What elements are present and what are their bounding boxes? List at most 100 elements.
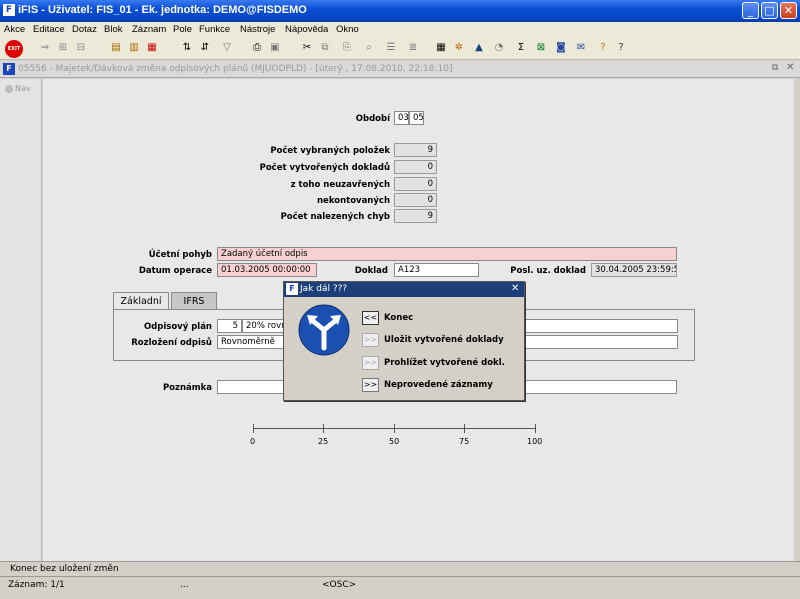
print-icon[interactable]: ⎙ xyxy=(250,41,264,55)
osc-indicator: <OSC> xyxy=(322,580,357,590)
progress-tick-label-0: 0 xyxy=(250,437,256,446)
ulozit-doklady-button[interactable]: >> xyxy=(362,333,379,347)
save-icon[interactable]: ⇒ xyxy=(38,41,52,55)
count-label-nekontovanych: nekontovaných xyxy=(317,196,390,206)
delete-record-icon[interactable]: ⊟ xyxy=(74,41,88,55)
context-help-icon[interactable]: ? xyxy=(614,41,628,55)
search-icon[interactable]: ⌕ xyxy=(362,41,376,55)
form-close-icon[interactable]: ✕ xyxy=(786,62,794,73)
menu-nastroje[interactable]: Nástroje xyxy=(240,24,275,35)
konec-label: Konec xyxy=(384,313,414,323)
prohlizet-doklady-button[interactable]: >> xyxy=(362,356,379,370)
progress-tick-label-25: 25 xyxy=(318,437,329,446)
help-icon[interactable]: ? xyxy=(596,41,610,55)
restore-icon[interactable]: ⧉ xyxy=(772,63,778,73)
menu-blok[interactable]: Blok xyxy=(104,24,122,35)
menu-zaznam[interactable]: Záznam xyxy=(132,24,166,35)
menu-pole[interactable]: Pole xyxy=(173,24,192,35)
form-window-title: 05556 - Majetek/Dávková změna odpisových… xyxy=(18,64,453,74)
doklad-field[interactable]: A123 xyxy=(394,263,479,277)
toolbar: EXIT ⇒ ⊞ ⊟ ▤ ▥ ▦ ⇅ ⇵ ▽ ⎙ ▣ ✂ ⧉ ⎘ ⌕ ☰ ≣ ▦… xyxy=(0,38,800,60)
odpisovy-plan-code-field[interactable]: 5 xyxy=(217,319,242,333)
close-button[interactable]: ✕ xyxy=(780,2,797,19)
menu-editace[interactable]: Editace xyxy=(33,24,65,35)
progress-tick-label-75: 75 xyxy=(459,437,470,446)
list-icon[interactable]: ☰ xyxy=(384,41,398,55)
menu-okno[interactable]: Okno xyxy=(336,24,359,35)
progress-tick-label-50: 50 xyxy=(389,437,400,446)
count-value-nekontovanych: 0 xyxy=(394,193,437,207)
menu-dotaz[interactable]: Dotaz xyxy=(72,24,97,35)
menu-akce[interactable]: Akce xyxy=(4,24,25,35)
datum-operace-field[interactable]: 01.03.2005 00:00:00 xyxy=(217,263,317,277)
vertical-scrollbar[interactable] xyxy=(794,79,800,561)
count-value-neuzavrenych: 0 xyxy=(394,177,437,191)
neprovedene-zaznamy-label: Neprovedené záznamy xyxy=(384,380,493,390)
doklad-label: Doklad xyxy=(354,266,388,276)
status-dots: ... xyxy=(180,580,189,590)
calendar-icon[interactable]: ▦ xyxy=(434,41,448,55)
cut-icon[interactable]: ✂ xyxy=(300,41,314,55)
konec-button[interactable]: << xyxy=(362,311,379,325)
poznamka-label: Poznámka xyxy=(162,383,212,393)
datum-operace-label: Datum operace xyxy=(138,266,212,276)
minimize-button[interactable]: _ xyxy=(742,2,759,19)
count-value-vybranych: 9 xyxy=(394,143,437,157)
prohlizet-doklady-label: Prohlížet vytvořené dokl. xyxy=(384,358,505,368)
dialog-icon: F xyxy=(286,283,298,295)
details-icon[interactable]: ≣ xyxy=(406,41,420,55)
app-title: iFIS - Uživatel: FIS_01 - Ek. jednotka: … xyxy=(18,4,307,16)
ucetni-pohyb-field[interactable]: Zadaný účetní odpis xyxy=(217,247,677,261)
progress-tick-25 xyxy=(323,424,324,433)
dialog-close-icon[interactable]: ✕ xyxy=(511,283,519,294)
neprovedene-zaznamy-button[interactable]: >> xyxy=(362,378,379,392)
tab-zakladni[interactable]: Základní xyxy=(113,292,169,310)
execute-query-icon[interactable]: ▥ xyxy=(127,41,141,55)
obdobi-label: Období xyxy=(355,114,390,124)
sort-desc-icon[interactable]: ⇵ xyxy=(198,41,212,55)
obdobi-year-field[interactable]: 05 xyxy=(409,111,424,125)
query-icon[interactable]: ▤ xyxy=(109,41,123,55)
count-value-vytvorenych: 0 xyxy=(394,160,437,174)
count-label-vytvorenych: Počet vytvořených dokladů xyxy=(259,163,390,173)
message-bar: Konec bez uložení změn xyxy=(0,561,800,576)
record-indicator: Záznam: 1/1 xyxy=(8,580,65,590)
count-label-vybranych: Počet vybraných položek xyxy=(270,146,390,156)
menu-napoveda[interactable]: Nápověda xyxy=(285,24,328,35)
mail-icon[interactable]: ✉ xyxy=(574,41,588,55)
copy-icon[interactable]: ⧉ xyxy=(318,41,332,55)
dialog-title-bar: F Jak dál ??? ✕ xyxy=(284,282,524,297)
ucetni-pohyb-label: Účetní pohyb xyxy=(148,250,212,260)
nav-label[interactable]: Nav xyxy=(15,84,31,93)
sum-icon[interactable]: Σ xyxy=(514,41,528,55)
tab-ifrs[interactable]: IFRS xyxy=(171,292,217,310)
status-bar: Záznam: 1/1 ... <OSC> xyxy=(0,576,800,599)
sort-asc-icon[interactable]: ⇅ xyxy=(180,41,194,55)
insert-record-icon[interactable]: ⊞ xyxy=(56,41,70,55)
exit-button[interactable]: EXIT xyxy=(5,40,23,58)
menu-funkce[interactable]: Funkce xyxy=(199,24,230,35)
dialog-title: Jak dál ??? xyxy=(300,284,348,294)
paste-icon[interactable]: ⎘ xyxy=(340,41,354,55)
count-value-chyb: 9 xyxy=(394,209,437,223)
progress-tick-label-100: 100 xyxy=(527,437,543,446)
excel-icon[interactable]: ⊠ xyxy=(534,41,548,55)
maximize-button[interactable]: □ xyxy=(761,2,778,19)
ulozit-doklady-label: Uložit vytvořené doklady xyxy=(384,335,504,345)
rozlozeni-odpisu-label: Rozložení odpisů xyxy=(131,338,212,348)
filter-icon[interactable]: ▽ xyxy=(220,41,234,55)
obdobi-month-field[interactable]: 03 xyxy=(394,111,409,125)
app-icon: F xyxy=(3,4,15,16)
cancel-query-icon[interactable]: ▦ xyxy=(145,41,159,55)
warning-icon[interactable]: ▲ xyxy=(472,41,486,55)
nav-panel: Nav xyxy=(0,79,42,561)
tools-icon[interactable]: ✲ xyxy=(452,41,466,55)
count-label-neuzavrenych: z toho neuzavřených xyxy=(290,180,390,190)
form-window-title-bar: F 05556 - Majetek/Dávková změna odpisový… xyxy=(0,61,800,78)
word-icon[interactable]: ◙ xyxy=(554,41,568,55)
nav-icon[interactable] xyxy=(5,85,13,93)
menu-bar: Akce Editace Dotaz Blok Záznam Pole Funk… xyxy=(0,22,800,38)
chart-icon[interactable]: ◔ xyxy=(492,41,506,55)
status-message: Konec bez uložení změn xyxy=(10,564,119,574)
print-setup-icon[interactable]: ▣ xyxy=(268,41,282,55)
